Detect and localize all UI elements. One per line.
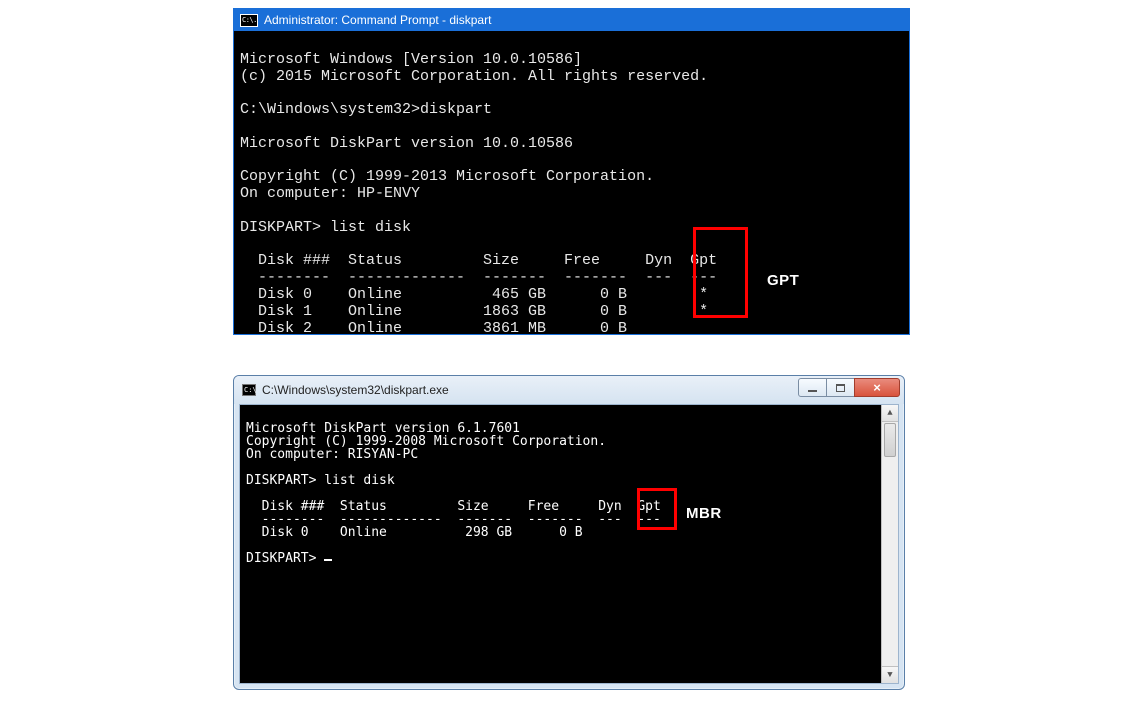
maximize-button[interactable]	[826, 378, 855, 397]
chevron-up-icon: ▲	[887, 408, 892, 418]
close-button[interactable]: ×	[854, 378, 900, 397]
window-controls: ×	[799, 378, 900, 397]
cmd-icon: C:\	[242, 384, 256, 396]
gpt-annotation: GPT	[767, 272, 799, 289]
out-line: Copyright (C) 1999-2013 Microsoft Corpor…	[240, 168, 654, 185]
table-row: Disk 2 Online 3861 MB 0 B	[240, 320, 627, 334]
cmd-window-win7: C:\ C:\Windows\system32\diskpart.exe × M…	[233, 375, 905, 690]
out-line: On computer: RISYAN-PC	[246, 447, 418, 462]
cmd-icon: C:\.	[240, 14, 258, 27]
scroll-down-button[interactable]: ▼	[882, 666, 898, 683]
window-title: Administrator: Command Prompt - diskpart	[264, 13, 491, 27]
table-row: Disk 1 Online 1863 GB 0 B *	[240, 303, 708, 320]
client-area: Microsoft DiskPart version 6.1.7601 Copy…	[239, 404, 899, 684]
cmd-window-win10: C:\. Administrator: Command Prompt - dis…	[233, 8, 910, 335]
out-line: Microsoft Windows [Version 10.0.10586]	[240, 51, 582, 68]
scroll-thumb[interactable]	[884, 423, 896, 457]
scroll-up-button[interactable]: ▲	[882, 405, 898, 422]
out-line: Microsoft DiskPart version 10.0.10586	[240, 135, 573, 152]
out-line: C:\Windows\system32>diskpart	[240, 101, 492, 118]
table-row: Disk 0 Online 298 GB 0 B	[246, 525, 583, 540]
out-line: DISKPART> list disk	[240, 219, 411, 236]
window-title: C:\Windows\system32\diskpart.exe	[262, 383, 449, 397]
titlebar-win10[interactable]: C:\. Administrator: Command Prompt - dis…	[234, 9, 909, 31]
terminal-output-win10[interactable]: Microsoft Windows [Version 10.0.10586] (…	[234, 31, 909, 334]
chevron-down-icon: ▼	[887, 670, 892, 680]
out-line: On computer: HP-ENVY	[240, 185, 420, 202]
prompt-prefix: DISKPART>	[246, 551, 324, 566]
close-icon: ×	[873, 381, 881, 394]
out-line: (c) 2015 Microsoft Corporation. All righ…	[240, 68, 708, 85]
table-row: Disk 0 Online 465 GB 0 B *	[240, 286, 708, 303]
mbr-annotation: MBR	[686, 505, 722, 522]
cursor-icon	[324, 559, 332, 561]
table-divider: -------- ------------- ------- ------- -…	[240, 269, 717, 286]
terminal-output-win7[interactable]: Microsoft DiskPart version 6.1.7601 Copy…	[240, 405, 898, 683]
prompt-line: DISKPART>	[246, 551, 332, 566]
minimize-icon	[808, 390, 817, 392]
titlebar-win7[interactable]: C:\ C:\Windows\system32\diskpart.exe ×	[234, 376, 904, 404]
table-header: Disk ### Status Size Free Dyn Gpt	[240, 252, 717, 269]
scrollbar[interactable]: ▲ ▼	[881, 405, 898, 683]
out-line: DISKPART> list disk	[246, 473, 395, 488]
minimize-button[interactable]	[798, 378, 827, 397]
maximize-icon	[836, 384, 845, 392]
